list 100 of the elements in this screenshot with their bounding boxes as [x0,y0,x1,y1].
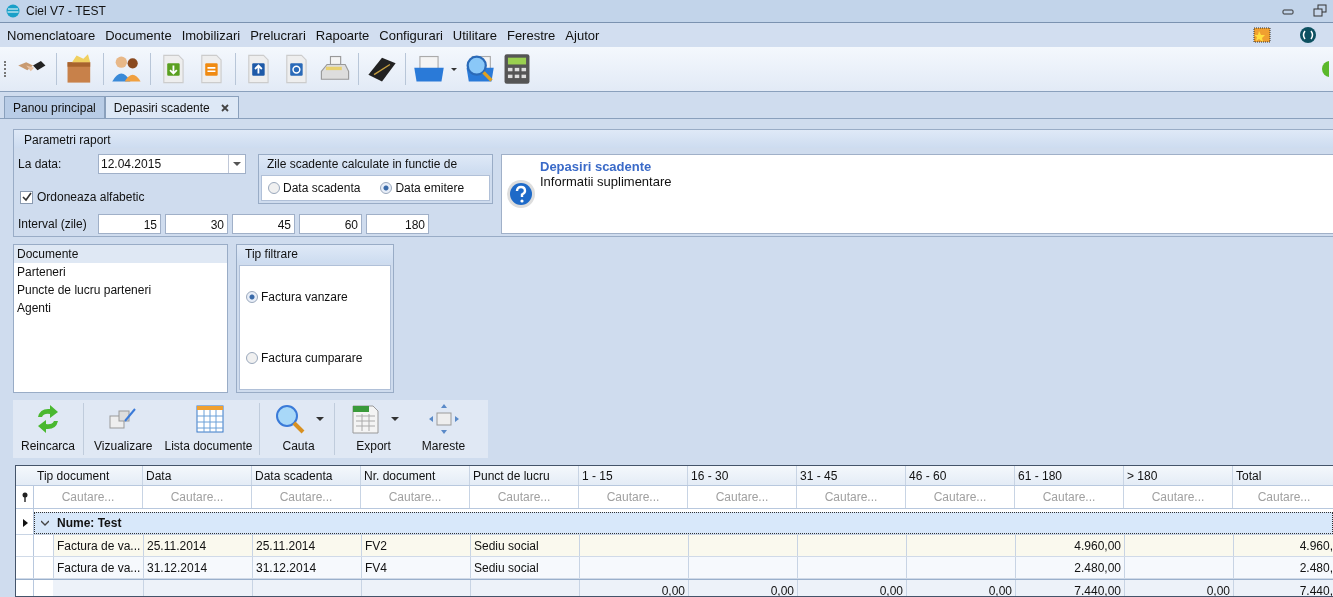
filter-field[interactable]: Cautare... [582,490,684,504]
table-cell-text: 2.480, [1298,559,1333,577]
tab[interactable]: Depasiri scadente [104,96,239,118]
menu-item[interactable]: Imobilizari [176,27,246,43]
toolbar-button[interactable]: Cauta [263,403,335,455]
group-title: Tip filtrare [237,245,393,263]
menu-item[interactable]: Utilitare [447,27,502,43]
table-cell: 25.11.2014 [253,535,362,556]
help-icon [506,179,536,209]
menu-item[interactable]: Prelucrari [245,27,311,43]
filter-field[interactable]: Cautare... [1127,490,1229,504]
toolbar-button[interactable]: Reincarca [13,403,84,455]
filter-field[interactable]: Cautare... [37,490,139,504]
tab[interactable]: Panou principal [4,96,105,118]
column-header[interactable]: Data scadenta [252,466,361,485]
total-cell: 0,00 [907,580,1016,596]
radio-button[interactable]: Data scadenta [268,181,361,195]
total-cell: 7.440,00 [1016,580,1125,596]
table-cell: FV2 [362,535,471,556]
menu-item[interactable]: Ferestre [501,27,561,43]
globe-icon [6,4,20,18]
menu-item[interactable]: Configurari [374,27,448,43]
total-cell: 0,00 [1125,580,1234,596]
filter-field[interactable]: Cautare... [1018,490,1120,504]
table-cell: Sediu social [471,557,580,578]
interval-field[interactable]: 15 [98,214,161,234]
column-header[interactable]: Data [143,466,252,485]
row-pointer-icon [22,519,28,527]
column-header[interactable]: Tip document [34,466,143,485]
table-row[interactable]: Factura de va... 31.12.2014 31.12.2014 FV4 Sediu social 2.480,00 2.480, [16,557,1333,579]
menu-item[interactable]: Ajutor [560,27,605,43]
search-icon [273,403,306,435]
expand-icon [427,403,460,435]
filter-field[interactable]: Cautare... [146,490,248,504]
toolbar-button[interactable]: Export [338,403,409,455]
checkbox-label[interactable]: Ordoneaza alfabetic [37,190,145,204]
table-cell: 4.960,00 [1016,535,1125,556]
caret-icon[interactable] [390,416,399,422]
close-icon[interactable] [219,102,230,113]
list-item[interactable]: Parteneri [14,263,227,281]
table-cell: 2.480,00 [1016,557,1125,578]
restore-icon[interactable] [1313,4,1327,18]
interval-field[interactable]: 60 [299,214,362,234]
menu-item[interactable]: Documente [100,27,177,43]
checkbox[interactable] [20,190,33,204]
list-item[interactable]: Agenti [14,299,227,317]
filter-field[interactable]: Cautare... [909,490,1011,504]
table-cell: FV4 [362,557,471,578]
radio-button[interactable]: Factura vanzare [246,289,348,304]
interval-field[interactable]: 45 [232,214,295,234]
toolbar-button[interactable]: Lista documente [158,403,260,455]
total-cell: 0,00 [689,580,798,596]
pin-icon [22,492,28,502]
list-item[interactable]: Documente [14,245,227,263]
total-cell-text: 7.440, [1298,583,1333,596]
interval-label: Interval (zile) [18,217,88,231]
info-title: Depasiri scadente [540,159,653,174]
table-cell: Sediu social [471,535,580,556]
filter-field[interactable]: Cautare... [800,490,902,504]
dropdown-arrow-icon[interactable] [233,161,241,167]
column-header[interactable]: Punct de lucru [470,466,579,485]
list-item[interactable]: Puncte de lucru parteneri [14,281,227,299]
table-row[interactable]: Factura de va... 25.11.2014 25.11.2014 FV2 Sediu social 4.960,00 4.960, [16,535,1333,557]
info-text: Informatii suplimentare [540,174,672,189]
column-header[interactable]: 16 - 30 [688,466,797,485]
toolbar-button[interactable]: Vizualizare [88,403,159,455]
group-row[interactable]: Nume: Test [34,512,1333,534]
column-header[interactable]: 61 - 180 [1015,466,1124,485]
interval-field[interactable]: 180 [366,214,429,234]
chevron-icon[interactable] [41,520,49,526]
filter-field[interactable]: Cautare... [691,490,793,504]
column-header[interactable]: Total [1233,466,1333,485]
filter-field[interactable]: Cautare... [473,490,575,504]
table-cell: Factura de va... [54,557,144,578]
menu-item[interactable]: Rapoarte [310,27,375,43]
table-cell: 31.12.2014 [253,557,362,578]
group-title: Zile scadente calculate in functie de [259,155,492,173]
column-header[interactable]: 46 - 60 [906,466,1015,485]
caret-icon[interactable] [315,416,324,422]
table-cell: Factura de va... [54,535,144,556]
menu-item[interactable]: Nomenclatoare [2,27,101,43]
column-header[interactable]: Nr. document [361,466,470,485]
toolbar-button[interactable]: Mareste [408,403,479,455]
window-title: Ciel V7 - TEST [26,4,106,18]
date-field[interactable]: 12.04.2015 [98,154,246,174]
total-cell: 0,00 [798,580,907,596]
table-cell: 31.12.2014 [144,557,253,578]
sparkle-icon[interactable] [1253,26,1271,44]
radio-button[interactable]: Data emitere [380,181,465,195]
filter-field[interactable]: Cautare... [255,490,357,504]
table-cell-text: 4.960, [1298,537,1333,555]
column-header[interactable]: 1 - 15 [579,466,688,485]
column-header[interactable]: > 180 [1124,466,1233,485]
filter-field[interactable]: Cautare... [1236,490,1332,504]
radio-button[interactable]: Factura cumparare [246,351,363,366]
power-icon[interactable] [1299,26,1317,44]
interval-field[interactable]: 30 [165,214,228,234]
filter-field[interactable]: Cautare... [364,490,466,504]
column-header[interactable]: 31 - 45 [797,466,906,485]
panel-title: Parametri raport [14,130,1333,148]
